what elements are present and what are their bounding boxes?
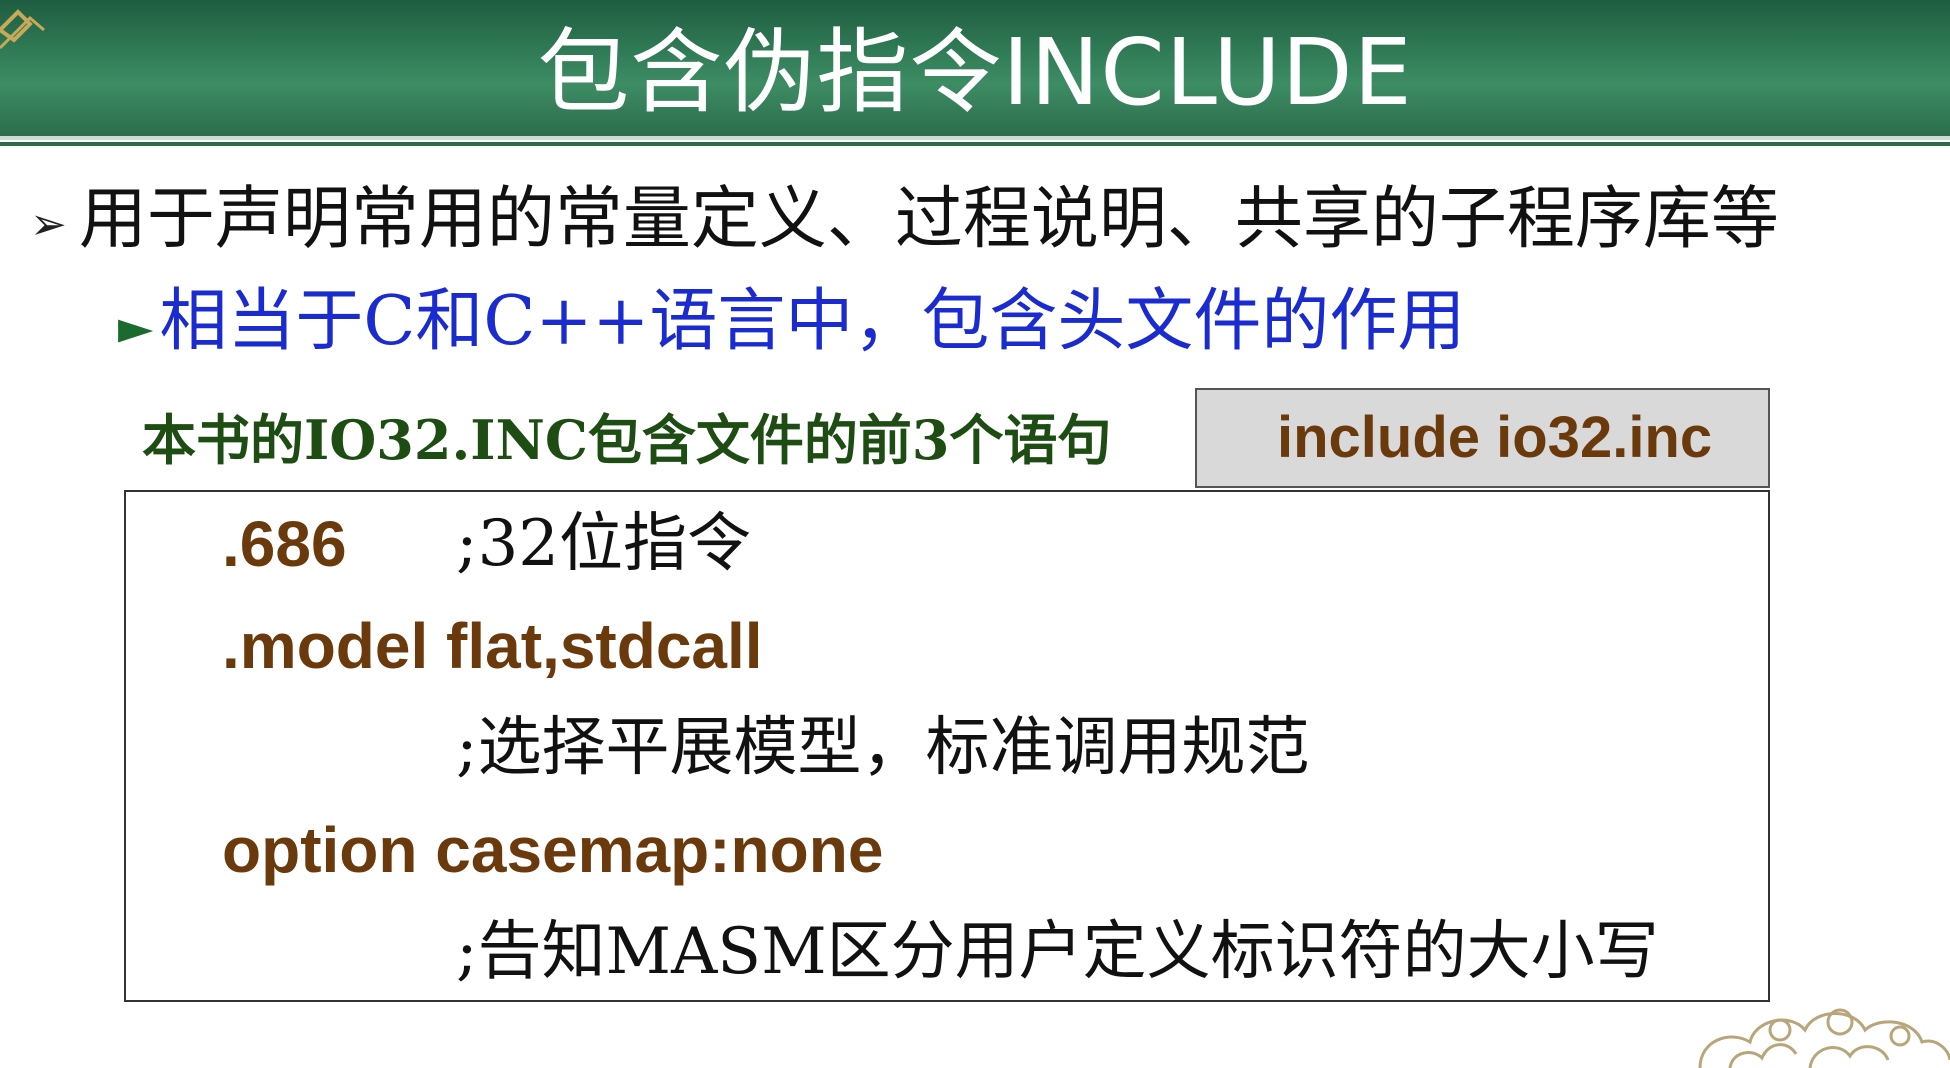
code-box: .686 ;32位指令 .model flat,stdcall ;选择平展模型，… bbox=[124, 490, 1770, 1002]
bullet-level-2: ►相当于C和C++语言中，包含头文件的作用 bbox=[118, 282, 1465, 367]
bullet-level-1-text: 用于声明常用的常量定义、过程说明、共享的子程序库等 bbox=[78, 180, 1779, 259]
code-keyword: .model flat,stdcall bbox=[222, 610, 763, 682]
include-tab: include io32.inc bbox=[1195, 388, 1770, 488]
code-keyword: option casemap:none bbox=[222, 814, 884, 886]
code-line-1: .686 bbox=[222, 506, 347, 582]
cloud-ornament bbox=[1698, 1008, 1950, 1068]
code-comment: ;32位指令 bbox=[456, 507, 751, 581]
code-comment: ;告知MASM区分用户定义标识符的大小写 bbox=[456, 915, 1659, 989]
code-comment-1: ;32位指令 bbox=[456, 506, 751, 582]
triangle-bullet-icon: ► bbox=[118, 299, 154, 354]
code-line-3: option casemap:none bbox=[222, 812, 883, 888]
include-statement: include io32.inc bbox=[1277, 405, 1713, 470]
slide-title: 包含伪指令INCLUDE bbox=[537, 19, 1413, 126]
bullet-level-2-text: 相当于C和C++语言中，包含头文件的作用 bbox=[159, 282, 1466, 361]
code-comment-3: ;告知MASM区分用户定义标识符的大小写 bbox=[456, 914, 1659, 990]
code-keyword: .686 bbox=[222, 508, 347, 580]
banner-divider-light bbox=[0, 136, 1950, 140]
arrow-bullet-icon: ➢ bbox=[30, 198, 67, 250]
code-comment-2: ;选择平展模型，标准调用规范 bbox=[456, 710, 1310, 786]
bullet-level-1: ➢ 用于声明常用的常量定义、过程说明、共享的子程序库等 bbox=[30, 180, 1779, 265]
banner-divider-dark bbox=[0, 142, 1950, 146]
code-line-2: .model flat,stdcall bbox=[222, 608, 763, 684]
code-comment: ;选择平展模型，标准调用规范 bbox=[456, 711, 1310, 785]
code-caption: 本书的IO32.INC包含文件的前3个语句 bbox=[142, 408, 1112, 472]
